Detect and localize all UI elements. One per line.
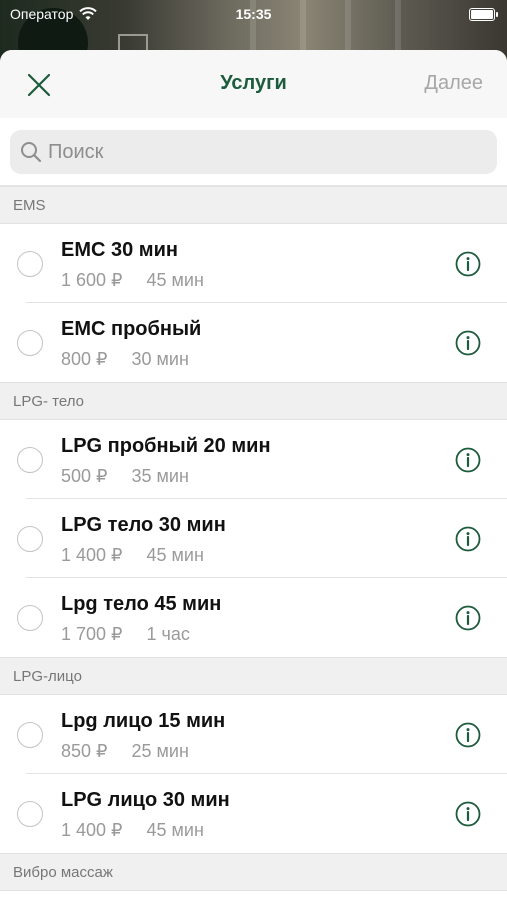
section-header: EMS xyxy=(0,186,507,224)
service-name: Lpg лицо 15 мин xyxy=(61,710,226,732)
service-price: 1 400 ₽ xyxy=(61,545,123,565)
select-radio[interactable] xyxy=(17,605,43,631)
select-radio[interactable] xyxy=(17,330,43,356)
info-icon[interactable] xyxy=(455,526,481,552)
search-icon xyxy=(21,142,42,163)
service-duration: 35 мин xyxy=(131,466,189,486)
service-price: 1 700 ₽ xyxy=(61,624,123,644)
service-duration: 30 мин xyxy=(131,349,189,369)
select-radio[interactable] xyxy=(17,526,43,552)
service-duration: 45 мин xyxy=(146,545,204,565)
search-input[interactable] xyxy=(48,140,497,164)
service-name: ЕМС 30 мин xyxy=(61,239,178,261)
next-button[interactable]: Далее xyxy=(424,72,483,95)
service-meta: 850 ₽ 25 мин xyxy=(61,741,189,762)
info-icon[interactable] xyxy=(455,605,481,631)
select-radio[interactable] xyxy=(17,801,43,827)
service-meta: 500 ₽ 35 мин xyxy=(61,466,189,487)
service-duration: 25 мин xyxy=(131,741,189,761)
service-name: Lpg тело 45 мин xyxy=(61,593,222,615)
service-name: LPG лицо 30 мин xyxy=(61,789,230,811)
service-name: ЕМС пробный xyxy=(61,318,202,340)
service-meta: 1 700 ₽ 1 час xyxy=(61,624,190,645)
service-item[interactable]: Lpg тело 45 мин 1 700 ₽ 1 час xyxy=(0,578,507,657)
service-item[interactable]: LPG лицо 30 мин 1 400 ₽ 45 мин xyxy=(0,774,507,853)
status-bar: Оператор 15:35 xyxy=(0,0,507,28)
info-icon[interactable] xyxy=(455,447,481,473)
info-icon[interactable] xyxy=(455,722,481,748)
section-header: Вибро массаж xyxy=(0,853,507,891)
service-duration: 45 мин xyxy=(146,270,204,290)
service-meta: 800 ₽ 30 мин xyxy=(61,349,189,370)
service-meta: 1 400 ₽ 45 мин xyxy=(61,820,204,841)
nav-bar: Услуги Далее xyxy=(0,50,507,118)
services-sheet: Услуги Далее EMS ЕМС 30 мин 1 600 ₽ 45 мин … xyxy=(0,50,507,900)
service-price: 1 600 ₽ xyxy=(61,270,123,290)
service-meta: 1 600 ₽ 45 мин xyxy=(61,270,204,291)
service-name: LPG тело 30 мин xyxy=(61,514,226,536)
search-field xyxy=(10,130,497,174)
service-item[interactable]: LPG пробный 20 мин 500 ₽ 35 мин xyxy=(0,420,507,499)
battery-icon xyxy=(469,8,498,21)
service-duration: 1 час xyxy=(146,624,190,644)
info-icon[interactable] xyxy=(455,801,481,827)
service-price: 500 ₽ xyxy=(61,466,108,486)
select-radio[interactable] xyxy=(17,251,43,277)
service-duration: 45 мин xyxy=(146,820,204,840)
info-icon[interactable] xyxy=(455,251,481,277)
info-icon[interactable] xyxy=(455,330,481,356)
service-price: 1 400 ₽ xyxy=(61,820,123,840)
service-price: 850 ₽ xyxy=(61,741,108,761)
service-item[interactable]: Lpg лицо 15 мин 850 ₽ 25 мин xyxy=(0,695,507,774)
service-meta: 1 400 ₽ 45 мин xyxy=(61,545,204,566)
services-list: EMS ЕМС 30 мин 1 600 ₽ 45 мин ЕМС пробный 80… xyxy=(0,186,507,891)
select-radio[interactable] xyxy=(17,722,43,748)
service-name: LPG пробный 20 мин xyxy=(61,435,271,457)
service-item[interactable]: ЕМС 30 мин 1 600 ₽ 45 мин xyxy=(0,224,507,303)
status-time: 15:35 xyxy=(235,6,272,22)
service-item[interactable]: ЕМС пробный 800 ₽ 30 мин xyxy=(0,303,507,382)
section-header: LPG-лицо xyxy=(0,657,507,695)
section-header: LPG- тело xyxy=(0,382,507,420)
service-item[interactable]: LPG тело 30 мин 1 400 ₽ 45 мин xyxy=(0,499,507,578)
search-bar xyxy=(0,118,507,186)
select-radio[interactable] xyxy=(17,447,43,473)
service-price: 800 ₽ xyxy=(61,349,108,369)
